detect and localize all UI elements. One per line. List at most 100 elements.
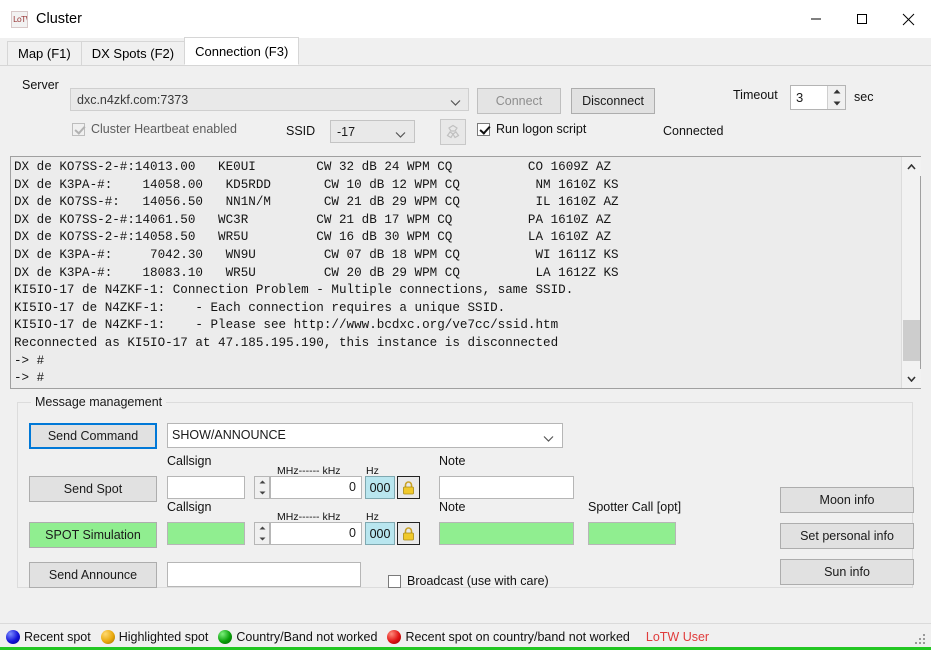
checkbox-box [388, 574, 401, 588]
legend-item-country-band-not-worked: Country/Band not worked [218, 630, 377, 644]
scroll-up-icon[interactable] [902, 157, 921, 176]
legend-label: Country/Band not worked [236, 630, 378, 644]
tab-strip: Map (F1) DX Spots (F2) Connection (F3) [0, 37, 931, 66]
spot-freq-stepper[interactable] [254, 476, 270, 499]
chevron-down-icon [543, 432, 554, 446]
ssid-combobox[interactable]: -17 [330, 120, 415, 143]
ssid-label: SSID [286, 124, 316, 138]
send-announce-button[interactable]: Send Announce [29, 562, 157, 588]
spot-note-input[interactable] [439, 476, 574, 499]
tab-map[interactable]: Map (F1) [7, 41, 82, 65]
message-management-group: Message management Send Command SHOW/ANN… [17, 395, 914, 588]
spot-frequency-value: 0 [349, 480, 356, 494]
timeout-stepper[interactable]: 3 [790, 85, 846, 110]
timeout-up-icon[interactable] [828, 86, 845, 98]
cluster-log[interactable]: DX de KO7SS-2-#:14013.00 KE0UI CW 32 dB … [10, 156, 921, 389]
spot-note-label: Note [439, 454, 466, 468]
spot-callsign-input[interactable] [167, 476, 245, 499]
window-controls [793, 0, 931, 38]
send-command-button[interactable]: Send Command [29, 423, 157, 449]
timeout-value: 3 [796, 90, 804, 105]
timeout-label: Timeout [733, 88, 778, 102]
ssid-value: -17 [337, 124, 356, 139]
connect-button[interactable]: Connect [477, 88, 561, 114]
send-spot-button[interactable]: Send Spot [29, 476, 157, 502]
green-ball-icon [218, 630, 233, 644]
tab-dx-spots[interactable]: DX Spots (F2) [80, 41, 186, 65]
connection-status: Connected [663, 124, 724, 138]
sim-callsign-input[interactable] [167, 522, 245, 545]
command-combobox[interactable]: SHOW/ANNOUNCE [167, 423, 563, 448]
sim-freq-down-icon[interactable] [255, 534, 269, 545]
announce-input[interactable] [167, 562, 361, 587]
legend-label: Recent spot [24, 630, 91, 644]
scrollbar-thumb[interactable] [903, 320, 920, 361]
legend-item-recent-spot-not-worked: Recent spot on country/band not worked [387, 630, 630, 644]
tab-connection[interactable]: Connection (F3) [184, 37, 300, 65]
resize-grip[interactable] [913, 632, 927, 646]
log-scrollbar[interactable] [901, 157, 921, 388]
moon-info-button[interactable]: Moon info [780, 487, 914, 513]
broadcast-label: Broadcast (use with care) [407, 574, 549, 588]
chevron-down-icon [450, 96, 461, 110]
app-icon: LoTW [11, 10, 28, 28]
sim-hz-input[interactable]: 000 [365, 522, 395, 545]
sim-spotter-call-input[interactable] [588, 522, 676, 545]
cluster-window: LoTW Cluster Map (F1) DX Spots (F2) Conn… [0, 0, 931, 650]
refresh-ssid-button[interactable] [440, 119, 466, 145]
spot-frequency-input[interactable]: 0 [270, 476, 362, 499]
set-personal-info-button[interactable]: Set personal info [780, 523, 914, 549]
sec-label: sec [854, 90, 874, 104]
legend-item-recent-spot: Recent spot [6, 630, 91, 644]
blue-ball-icon [6, 630, 20, 644]
spot-hz-input[interactable]: 000 [365, 476, 395, 499]
sim-spotter-call-label: Spotter Call [opt] [588, 500, 682, 514]
status-bar: Recent spot Highlighted spot Country/Ban… [0, 623, 931, 650]
chevron-down-icon [395, 128, 406, 142]
sim-callsign-label: Callsign [167, 500, 212, 514]
sim-frequency-value: 0 [349, 526, 356, 540]
timeout-down-icon[interactable] [828, 97, 845, 109]
spot-lock-button[interactable] [397, 476, 420, 499]
lotw-user-label: LoTW User [645, 630, 710, 644]
sim-freq-up-icon[interactable] [255, 523, 269, 534]
padlock-icon [403, 480, 414, 494]
maximize-button[interactable] [839, 0, 885, 38]
sim-frequency-input[interactable]: 0 [270, 522, 362, 545]
connection-panel: Server dxc.n4zkf.com:7373 Connect Discon… [0, 66, 931, 623]
legend-label: Recent spot on country/band not worked [405, 630, 630, 644]
cluster-log-text: DX de KO7SS-2-#:14013.00 KE0UI CW 32 dB … [14, 160, 619, 386]
cluster-heartbeat-label: Cluster Heartbeat enabled [91, 122, 237, 136]
spot-freq-up-icon[interactable] [255, 477, 269, 488]
scroll-down-icon[interactable] [902, 369, 921, 388]
legend-item-highlighted-spot: Highlighted spot [100, 630, 209, 644]
disconnect-button[interactable]: Disconnect [571, 88, 655, 114]
checkbox-box [477, 122, 490, 136]
group-caption: Message management [31, 395, 167, 409]
legend-label: Highlighted spot [118, 630, 209, 644]
run-logon-script-checkbox[interactable]: Run logon script [477, 122, 586, 136]
server-value: dxc.n4zkf.com:7373 [77, 92, 189, 107]
sim-note-label: Note [439, 500, 466, 514]
minimize-button[interactable] [793, 0, 839, 38]
padlock-icon [403, 526, 414, 540]
sim-note-input[interactable] [439, 522, 574, 545]
broadcast-checkbox[interactable]: Broadcast (use with care) [388, 574, 549, 588]
sun-info-button[interactable]: Sun info [780, 559, 914, 585]
sim-lock-button[interactable] [397, 522, 420, 545]
spot-simulation-button[interactable]: SPOT Simulation [29, 522, 157, 548]
spot-callsign-label: Callsign [167, 454, 212, 468]
server-row: Server dxc.n4zkf.com:7373 Connect Discon… [0, 66, 931, 114]
spot-freq-down-icon[interactable] [255, 488, 269, 499]
run-logon-script-label: Run logon script [496, 122, 587, 136]
title-bar: LoTW Cluster [0, 0, 931, 38]
sim-freq-stepper[interactable] [254, 522, 270, 545]
command-value: SHOW/ANNOUNCE [172, 428, 286, 442]
cluster-heartbeat-checkbox[interactable]: Cluster Heartbeat enabled [72, 122, 237, 136]
timeout-spin-buttons[interactable] [827, 86, 845, 109]
orange-ball-icon [100, 630, 115, 644]
server-combobox[interactable]: dxc.n4zkf.com:7373 [70, 88, 469, 111]
recycle-icon [446, 124, 460, 139]
window-title: Cluster [36, 11, 82, 27]
close-button[interactable] [885, 0, 931, 38]
